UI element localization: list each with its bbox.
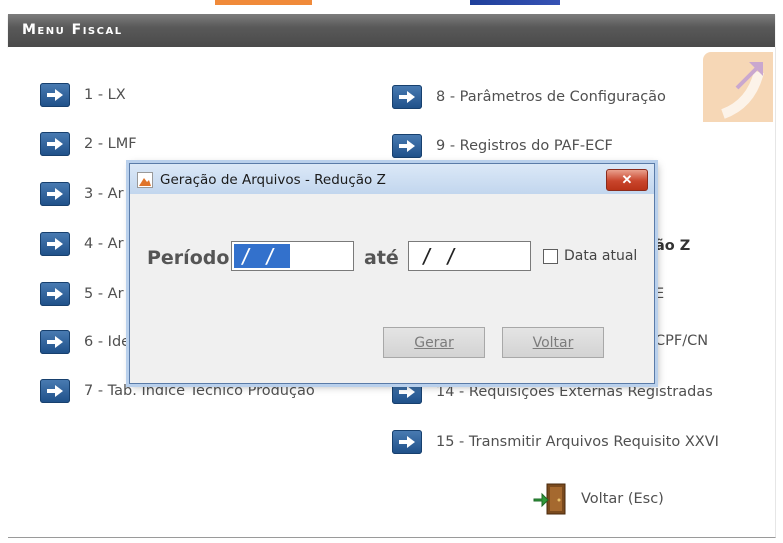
menu-item-8[interactable]: 8 - Parâmetros de Configuração: [392, 82, 666, 112]
menu-item-label: 1 - LX: [84, 87, 126, 103]
arrow-right-icon: [392, 430, 422, 454]
arrow-right-icon: [40, 182, 70, 206]
menu-item-9[interactable]: 9 - Registros do PAF-ECF: [392, 131, 613, 161]
expand-arrow-icon: [721, 62, 764, 119]
end-date-input[interactable]: / /: [408, 241, 531, 271]
top-strip: [0, 0, 783, 10]
data-atual-checkbox[interactable]: Data atual: [543, 248, 637, 264]
menu-item-5[interactable]: 5 - Ar: [40, 279, 124, 309]
menu-item-10-partial[interactable]: ão Z: [655, 231, 690, 261]
reducao-z-dialog: Geração de Arquivos - Redução Z ✕ Períod…: [129, 163, 655, 384]
menu-item-label: 9 - Registros do PAF-ECF: [436, 138, 613, 154]
start-date-input[interactable]: / /: [231, 241, 354, 271]
close-button[interactable]: ✕: [606, 169, 648, 191]
menu-item-label: ão Z: [655, 238, 691, 254]
voltar-button[interactable]: Voltar: [502, 327, 604, 358]
menu-item-6[interactable]: 6 - Ide: [40, 327, 130, 357]
menu-item-label: 7 - Tab. Índice Técnico Produção: [84, 383, 315, 399]
exit-label: Voltar (Esc): [581, 491, 664, 507]
menu-item-label: 4 - Ar: [84, 236, 124, 252]
arrow-right-icon: [40, 379, 70, 403]
exit-button[interactable]: Voltar (Esc): [533, 482, 664, 516]
dialog-body: Período / / até / / Data atual Gerar Vol…: [134, 194, 650, 379]
gerar-label: Gerar: [414, 334, 454, 351]
menu-header: Menu Fiscal: [8, 14, 775, 47]
menu-item-12-partial[interactable]: CPF/CN: [655, 326, 708, 356]
arrow-right-icon: [392, 134, 422, 158]
end-date-value: / /: [421, 244, 458, 268]
arrow-right-icon: [40, 132, 70, 156]
exit-door-icon: [533, 482, 569, 516]
top-logo-fragment-blue: [470, 0, 560, 5]
close-icon: ✕: [621, 172, 633, 187]
menu-item-label: E: [655, 286, 665, 302]
menu-title: Menu Fiscal: [22, 22, 123, 38]
menu-item-11-partial[interactable]: E: [655, 279, 664, 309]
menu-item-label: 2 - LMF: [84, 136, 137, 152]
gerar-button[interactable]: Gerar: [383, 327, 485, 358]
app-icon: [137, 172, 153, 188]
menu-item-label: 14 - Requisições Externas Registradas: [436, 384, 713, 400]
arrow-right-icon: [40, 232, 70, 256]
arrow-right-icon: [40, 330, 70, 354]
menu-item-15[interactable]: 15 - Transmitir Arquivos Requisito XXVI: [392, 427, 719, 457]
menu-item-label: 15 - Transmitir Arquivos Requisito XXVI: [436, 434, 719, 450]
menu-item-lx[interactable]: 1 - LX: [40, 80, 126, 110]
periodo-label: Período: [147, 247, 230, 269]
menu-item-lmf[interactable]: 2 - LMF: [40, 129, 137, 159]
menu-item-3[interactable]: 3 - Ar: [40, 179, 124, 209]
arrow-right-icon: [392, 85, 422, 109]
menu-item-label: 5 - Ar: [84, 286, 124, 302]
menu-item-4[interactable]: 4 - Ar: [40, 229, 124, 259]
menu-item-label: 3 - Ar: [84, 186, 124, 202]
dialog-titlebar[interactable]: Geração de Arquivos - Redução Z ✕: [130, 164, 654, 194]
menu-item-label: 8 - Parâmetros de Configuração: [436, 89, 666, 105]
ate-label: até: [364, 247, 399, 269]
checkbox-box[interactable]: [543, 248, 558, 264]
voltar-label: Voltar: [532, 334, 574, 351]
dialog-title: Geração de Arquivos - Redução Z: [160, 172, 386, 188]
corner-decoration: [703, 52, 773, 122]
arrow-right-icon: [40, 83, 70, 107]
top-logo-fragment-orange: [215, 0, 312, 5]
start-date-value: / /: [234, 244, 291, 268]
menu-item-label: CPF/CN: [655, 333, 709, 349]
arrow-right-icon: [40, 282, 70, 306]
menu-item-label: 6 - Ide: [84, 334, 131, 350]
data-atual-label: Data atual: [564, 248, 638, 264]
